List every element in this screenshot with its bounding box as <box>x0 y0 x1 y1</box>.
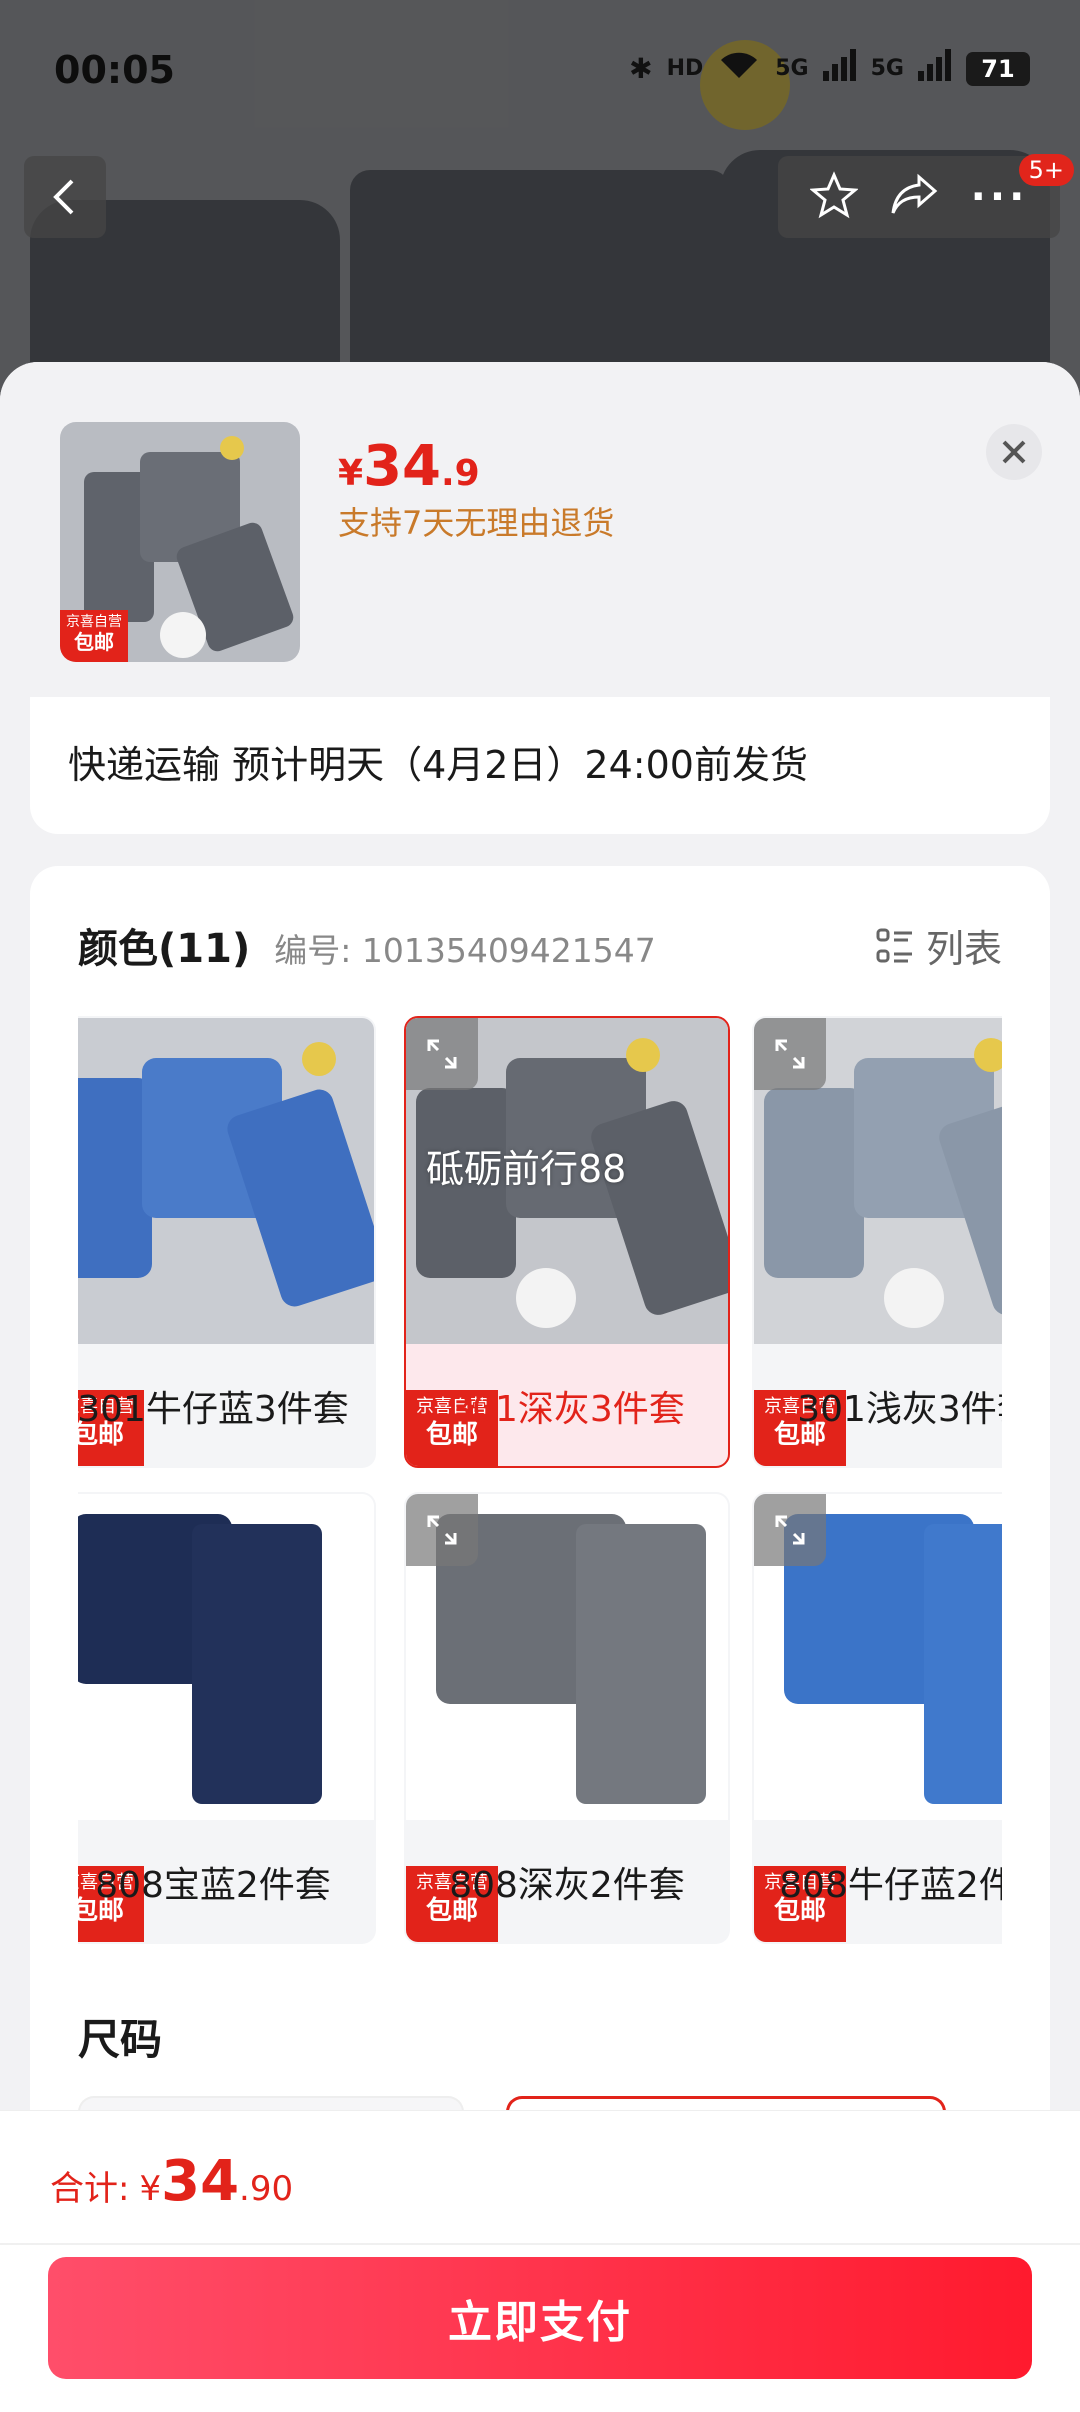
signal-5g-icon-2: 5G <box>870 56 904 81</box>
list-icon <box>876 928 912 962</box>
delivery-text: 快递运输 预计明天（4月2日）24:00前发货 <box>68 743 808 787</box>
expand-icon[interactable] <box>754 1494 826 1566</box>
variant-301-denim-blue-3pc[interactable]: 京喜自营包邮 301牛仔蓝3件套 <box>78 1016 376 1468</box>
bottom-checkout-bar: 合计: ¥ 34 .90 立即支付 <box>0 2110 1080 2412</box>
variant-301-dark-gray-3pc[interactable]: 砥砺前行88 京喜自营 包邮 301深灰3件套 <box>404 1016 730 1468</box>
signal-bars-icon <box>822 49 857 88</box>
color-title: 颜色(11) <box>78 926 251 972</box>
list-view-toggle[interactable]: 列表 <box>876 918 1002 973</box>
variant-label: 808深灰2件套 <box>449 1865 685 1906</box>
size-title: 尺码 <box>78 2015 163 2064</box>
return-policy-text: 支持7天无理由退货 <box>338 504 615 542</box>
hd-icon: HD <box>666 56 704 81</box>
battery-icon: 71 <box>966 51 1030 86</box>
wifi-icon <box>717 48 761 89</box>
product-price: ¥ 34 .9 <box>338 434 480 499</box>
favorite-star-icon[interactable] <box>808 171 859 223</box>
close-icon <box>1002 440 1026 464</box>
chevron-left-icon <box>53 179 74 215</box>
top-action-bar: ··· <box>778 156 1060 238</box>
variant-label: 301浅灰3件套 <box>797 1389 1002 1430</box>
back-button[interactable] <box>24 156 106 238</box>
variant-label: 301深灰3件套 <box>449 1389 685 1430</box>
pay-now-button[interactable]: 立即支付 <box>48 2257 1032 2379</box>
status-time: 00:05 <box>54 48 175 92</box>
total-price: 合计: ¥ 34 .90 <box>50 2149 294 2214</box>
variant-label: 808宝蓝2件套 <box>95 1865 331 1906</box>
product-code: 编号: 10135409421547 <box>274 931 656 970</box>
variant-301-light-gray-3pc[interactable]: 京喜自营包邮 301浅灰3件套 <box>752 1016 1002 1468</box>
color-variant-grid: 京喜自营包邮 301牛仔蓝3件套 砥砺前行88 京喜自营包邮 301深灰3件套 <box>78 1016 1002 1946</box>
close-button[interactable] <box>986 424 1042 480</box>
status-bar: 00:05 ✱ HD 5G 5G 71 <box>0 0 1080 140</box>
bluetooth-icon: ✱ <box>629 52 653 85</box>
expand-icon[interactable] <box>406 1494 478 1566</box>
signal-5g-icon: 5G <box>775 56 809 81</box>
divider <box>0 2243 1080 2245</box>
sheet-header: 京喜自营 包邮 ¥ 34 .9 支持7天无理由退货 <box>0 362 1080 697</box>
signal-bars-icon-2 <box>918 49 952 88</box>
variant-808-denim-blue-2pc[interactable]: 京喜自营包邮 808牛仔蓝2件套 <box>752 1492 1002 1944</box>
list-label: 列表 <box>925 927 1002 971</box>
share-icon[interactable] <box>889 173 939 221</box>
expand-icon[interactable] <box>406 1018 478 1090</box>
variant-label: 301牛仔蓝3件套 <box>78 1389 349 1430</box>
watermark-text: 砥砺前行88 <box>426 1147 627 1191</box>
thumb-tag: 京喜自营 包邮 <box>60 610 128 662</box>
expand-icon[interactable] <box>754 1018 826 1090</box>
more-icon[interactable]: ··· <box>971 174 1029 220</box>
variant-808-dark-gray-2pc[interactable]: 京喜自营 包邮 808深灰2件套 <box>404 1492 730 1944</box>
product-thumbnail[interactable]: 京喜自营 包邮 <box>60 422 300 662</box>
message-badge: 5+ <box>1018 154 1074 186</box>
variant-808-royal-blue-2pc[interactable]: 京喜自营包邮 808宝蓝2件套 <box>78 1492 376 1944</box>
sku-selection-sheet: 京喜自营 包邮 ¥ 34 .9 支持7天无理由退货 快递运输 预计明天（4月2日… <box>0 362 1080 2412</box>
variant-label: 808牛仔蓝2件套 <box>779 1865 1002 1906</box>
